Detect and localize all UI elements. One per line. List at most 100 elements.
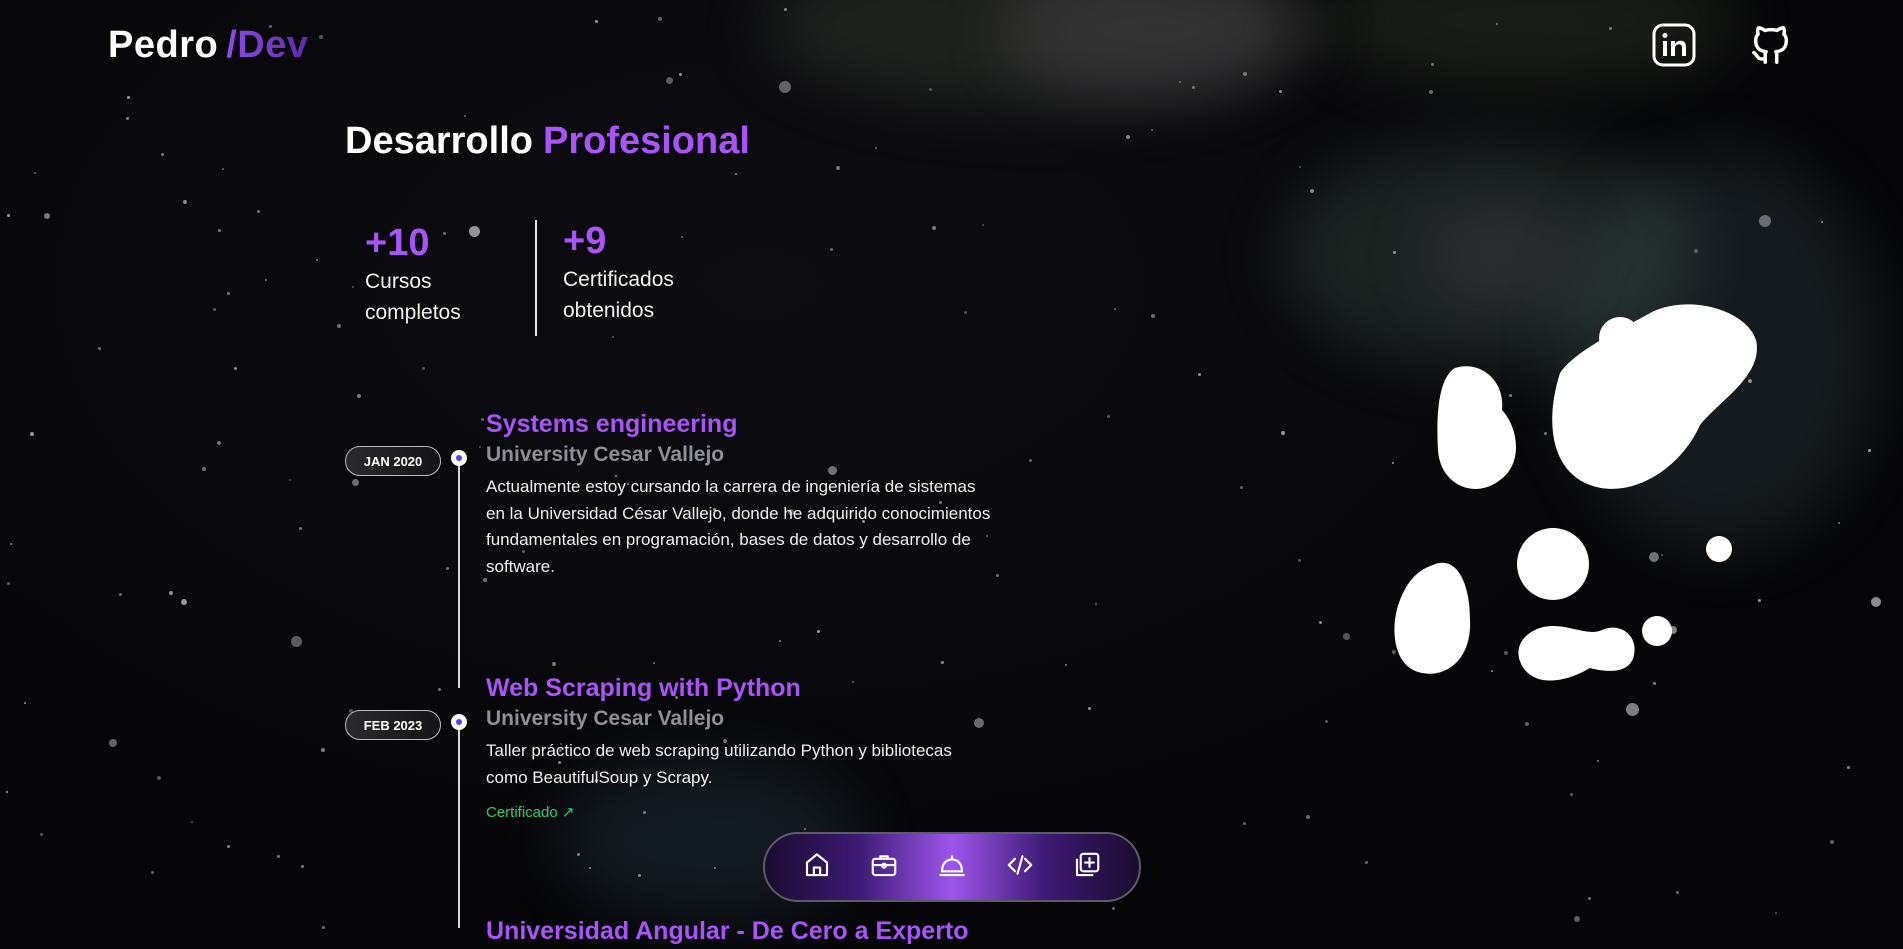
- nav-experience-button[interactable]: [862, 845, 906, 889]
- star: [1114, 308, 1116, 310]
- title-main: Desarrollo: [345, 120, 533, 162]
- star: [1429, 90, 1433, 94]
- star: [357, 394, 361, 398]
- timeline-entry: Universidad Angular - De Cero a Experto: [486, 915, 1086, 947]
- star: [40, 833, 43, 836]
- github-link[interactable]: [1748, 24, 1794, 70]
- star: [181, 599, 187, 605]
- timeline-entry: Systems engineering University Cesar Val…: [486, 408, 996, 580]
- star: [222, 168, 224, 170]
- timeline-entry: Web Scraping with Python University Cesa…: [486, 672, 996, 822]
- star: [1325, 720, 1328, 723]
- nav-contact-button[interactable]: [1065, 845, 1109, 889]
- star: [1496, 23, 1498, 25]
- star: [1431, 63, 1434, 66]
- star: [964, 311, 967, 314]
- star: [817, 630, 820, 633]
- nav-home-button[interactable]: [795, 845, 839, 889]
- star: [257, 210, 260, 213]
- star: [1299, 166, 1301, 168]
- star: [714, 867, 716, 869]
- star: [1243, 822, 1246, 825]
- star: [44, 213, 50, 219]
- star: [7, 214, 10, 217]
- briefcase-icon: [869, 850, 899, 885]
- star: [321, 748, 325, 752]
- star: [6, 791, 8, 793]
- star: [161, 153, 164, 156]
- star: [1126, 135, 1130, 139]
- star: [1243, 72, 1247, 76]
- star: [779, 81, 791, 93]
- star: [151, 871, 154, 874]
- star: [638, 874, 641, 877]
- star: [352, 286, 354, 288]
- star: [1095, 603, 1097, 605]
- star: [982, 224, 984, 226]
- stat-value: +9: [563, 220, 607, 262]
- star: [422, 367, 425, 370]
- nebula-cloud: [1420, 200, 1580, 310]
- star: [1838, 522, 1840, 524]
- star: [98, 347, 101, 350]
- star: [322, 926, 325, 929]
- star: [1821, 221, 1823, 223]
- star: [929, 88, 932, 91]
- star: [352, 479, 359, 486]
- star: [1626, 703, 1639, 716]
- star: [10, 543, 12, 545]
- certificate-link[interactable]: Certificado ↗: [486, 803, 574, 821]
- logo-name: Pedro: [108, 24, 219, 66]
- star: [277, 855, 280, 858]
- timeline-dot: [451, 450, 467, 466]
- star: [552, 662, 556, 666]
- timeline-line: [458, 722, 460, 928]
- star: [1343, 633, 1350, 640]
- star: [438, 688, 441, 691]
- star: [30, 432, 34, 436]
- stat-certificates: +9 Certificados obtenidos: [563, 218, 703, 326]
- star: [301, 865, 304, 868]
- entry-title: Universidad Angular - De Cero a Experto: [486, 917, 969, 945]
- star: [169, 591, 173, 595]
- nav-education-button[interactable]: [930, 845, 974, 889]
- linkedin-link[interactable]: [1651, 23, 1697, 70]
- star: [836, 166, 840, 170]
- star: [191, 821, 193, 823]
- stat-value: +10: [365, 222, 430, 264]
- site-logo[interactable]: Pedro/Dev: [108, 24, 308, 67]
- code-icon: [1005, 850, 1035, 885]
- star: [1151, 129, 1153, 131]
- star: [1279, 90, 1282, 93]
- stat-label: Certificados obtenidos: [563, 268, 674, 322]
- star: [127, 96, 130, 99]
- star: [784, 8, 787, 11]
- star: [1830, 840, 1834, 844]
- star: [1298, 559, 1301, 562]
- page-background: Pedro/Dev Desarrollo Profesional +10 Curs…: [0, 0, 1903, 949]
- star: [735, 173, 737, 175]
- star: [804, 828, 806, 830]
- star: [1525, 722, 1529, 726]
- star: [595, 20, 598, 23]
- star: [183, 200, 187, 204]
- star: [1107, 415, 1110, 418]
- star: [119, 593, 122, 596]
- star: [779, 640, 781, 642]
- nav-projects-button[interactable]: [998, 845, 1042, 889]
- stat-label: Cursos completos: [365, 270, 461, 324]
- entry-description: Actualmente estoy cursando la carrera de…: [486, 477, 991, 576]
- star: [234, 367, 237, 370]
- star: [289, 479, 291, 481]
- star: [679, 73, 682, 76]
- star: [1775, 912, 1777, 914]
- star: [109, 739, 117, 747]
- star: [299, 527, 302, 530]
- entry-organization: University Cesar Vallejo: [486, 707, 725, 730]
- star: [653, 662, 655, 664]
- star: [666, 77, 673, 84]
- bottom-dock: [763, 832, 1141, 902]
- star: [1240, 486, 1243, 489]
- star: [1112, 907, 1115, 910]
- timeline-date: JAN 2020: [345, 446, 441, 476]
